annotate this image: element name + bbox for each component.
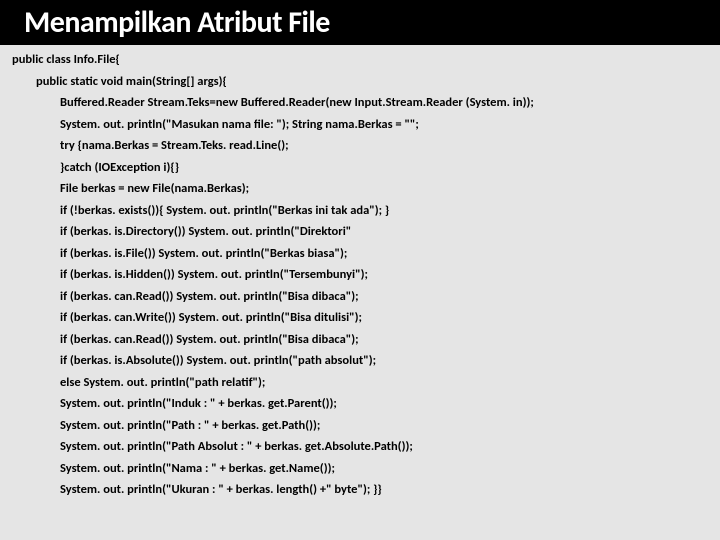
code-line: if (berkas. is.Directory()) System. out.… — [12, 221, 720, 243]
code-line: System. out. println("Path : " + berkas.… — [12, 415, 720, 437]
code-line: if (berkas. is.File()) System. out. prin… — [12, 243, 720, 265]
code-line: Buffered.Reader Stream.Teks=new Buffered… — [12, 92, 720, 114]
code-line: System. out. println("Induk : " + berkas… — [12, 393, 720, 415]
code-block: public class Info.File{ public static vo… — [0, 45, 720, 501]
code-line: System. out. println("Masukan nama file:… — [12, 114, 720, 136]
code-line: System. out. println("Ukuran : " + berka… — [12, 479, 720, 501]
code-line: File berkas = new File(nama.Berkas); — [12, 178, 720, 200]
code-line: else System. out. println("path relatif"… — [12, 372, 720, 394]
code-line: if (berkas. is.Absolute()) System. out. … — [12, 350, 720, 372]
code-line: }catch (IOException i){} — [12, 157, 720, 179]
code-line: System. out. println("Path Absolut : " +… — [12, 436, 720, 458]
code-line: public class Info.File{ — [12, 49, 720, 71]
code-line: if (!berkas. exists()){ System. out. pri… — [12, 200, 720, 222]
slide-title: Menampilkan Atribut File — [24, 4, 720, 41]
code-line: try {nama.Berkas = Stream.Teks. read.Lin… — [12, 135, 720, 157]
code-line: if (berkas. can.Read()) System. out. pri… — [12, 329, 720, 351]
code-line: if (berkas. can.Read()) System. out. pri… — [12, 286, 720, 308]
code-line: if (berkas. can.Write()) System. out. pr… — [12, 307, 720, 329]
code-line: if (berkas. is.Hidden()) System. out. pr… — [12, 264, 720, 286]
code-line: System. out. println("Nama : " + berkas.… — [12, 458, 720, 480]
code-line: public static void main(String[] args){ — [12, 71, 720, 93]
title-bar: Menampilkan Atribut File — [0, 0, 720, 45]
